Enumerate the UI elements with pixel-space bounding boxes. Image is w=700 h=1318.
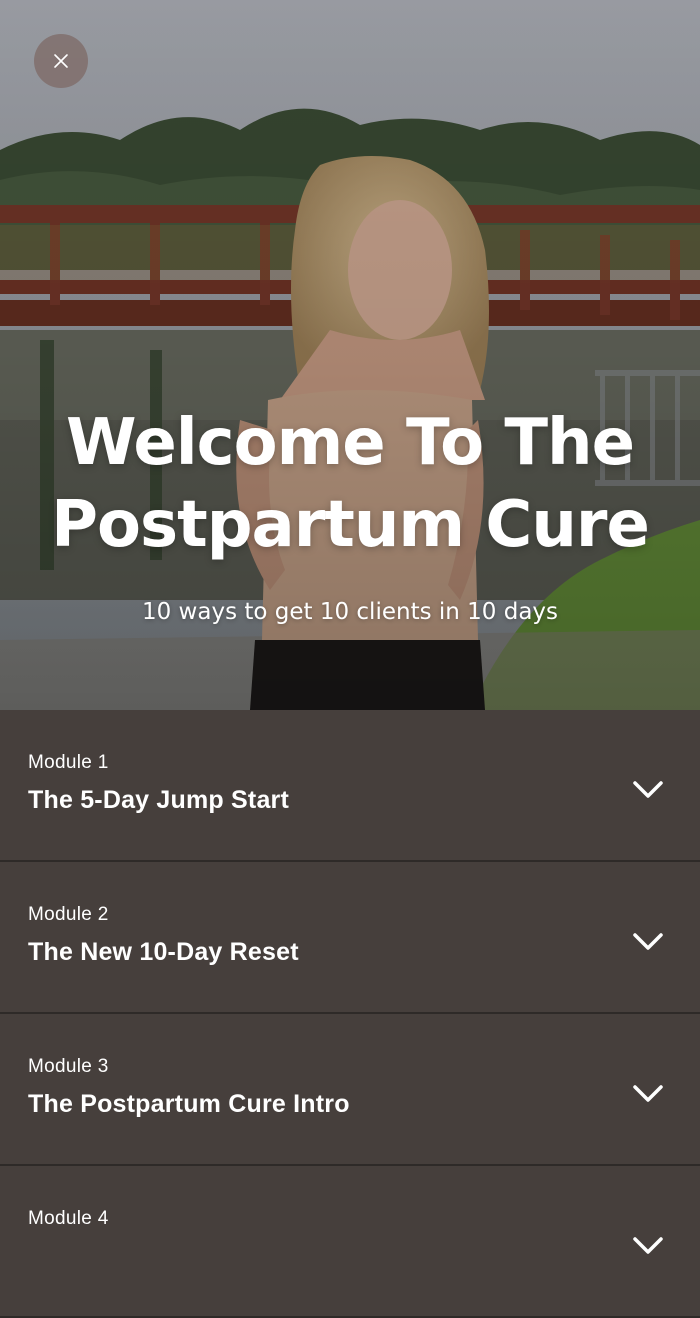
module-label: Module 2 [28,904,109,925]
chevron-down-icon[interactable] [632,1084,664,1104]
module-title: The 5-Day Jump Start [28,786,290,814]
module-label: Module 4 [28,1208,109,1229]
page-subtitle: 10 ways to get 10 clients in 10 days [141,599,559,625]
chevron-down-icon[interactable] [632,932,664,952]
module-title: The Postpartum Cure Intro [28,1090,350,1118]
module-item-1[interactable]: Module 1 The 5-Day Jump Start [0,710,700,862]
hero-banner: Welcome To The Postpartum Cure 10 ways t… [0,0,700,710]
module-item-4[interactable]: Module 4 [0,1166,700,1318]
page-title-line-1: Welcome To The [66,406,635,480]
close-button[interactable] [34,34,88,88]
close-icon [54,54,68,68]
module-item-3[interactable]: Module 3 The Postpartum Cure Intro [0,1014,700,1166]
module-item-2[interactable]: Module 2 The New 10-Day Reset [0,862,700,1014]
module-title: The New 10-Day Reset [28,938,299,966]
module-label: Module 3 [28,1056,109,1077]
page-title: Welcome To The Postpartum Cure [0,402,700,566]
chevron-down-icon[interactable] [632,780,664,800]
chevron-down-icon[interactable] [632,1236,664,1256]
module-list: Module 1 The 5-Day Jump Start Module 2 T… [0,710,700,1318]
page-title-line-2: Postpartum Cure [51,488,650,562]
module-label: Module 1 [28,752,109,773]
